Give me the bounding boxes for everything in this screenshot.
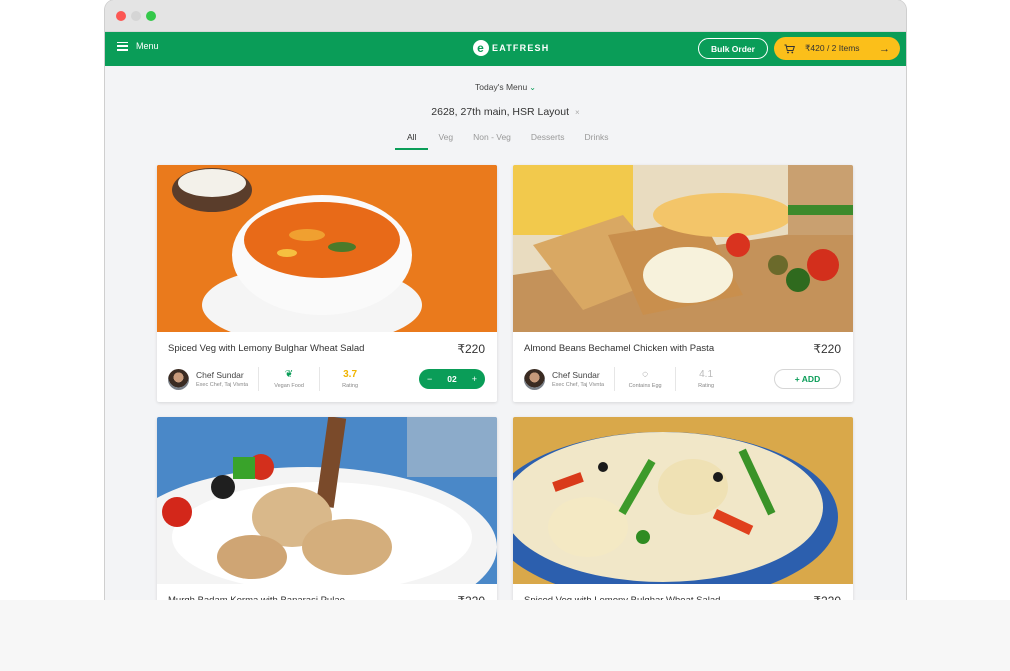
minus-icon[interactable]: − — [427, 374, 432, 384]
rating-badge: 4.1 Rating — [686, 369, 726, 389]
dish-image — [157, 417, 497, 584]
plus-icon[interactable]: + — [472, 374, 477, 384]
rating-label: Rating — [698, 383, 715, 389]
brand-name: EATFRESH — [492, 43, 550, 53]
add-to-cart-button[interactable]: + ADD — [774, 369, 841, 389]
dish-card[interactable]: Almond Beans Bechamel Chicken with Pasta… — [513, 165, 853, 402]
cart-button[interactable]: ₹420 / 2 Items → — [774, 37, 900, 60]
food-type-label: Vegan Food — [274, 383, 304, 389]
rating-label: Rating — [342, 383, 359, 389]
eatfresh-logo-icon: e — [473, 40, 489, 56]
bulk-order-button[interactable]: Bulk Order — [698, 38, 768, 59]
rating-value: 4.1 — [699, 369, 714, 380]
tab-drinks[interactable]: Drinks — [574, 132, 618, 150]
tab-desserts[interactable]: Desserts — [521, 132, 575, 150]
dish-price: ₹220 — [457, 342, 485, 356]
maximize-window-button[interactable] — [146, 11, 156, 21]
dish-info: Almond Beans Bechamel Chicken with Pasta… — [513, 332, 853, 402]
dish-name: Spiced Veg with Lemony Bulghar Wheat Sal… — [168, 343, 365, 354]
category-tabs: All Veg Non - Veg Desserts Drinks — [395, 132, 619, 150]
rating-value: 3.7 — [343, 369, 358, 380]
dish-image — [513, 165, 853, 332]
dish-info: Spiced Veg with Lemony Bulghar Wheat Sal… — [157, 332, 497, 402]
minimize-window-button[interactable] — [131, 11, 141, 21]
dish-meta: Chef Sundar Exec Chef, Taj Vivnta ❦ Vega… — [168, 367, 370, 391]
location-bar: 2628, 27th main, HSR Layout × — [105, 106, 906, 118]
dish-meta: Chef Sundar Exec Chef, Taj Vivnta ◌ Cont… — [524, 367, 726, 391]
arrow-right-icon: → — [879, 42, 890, 55]
chef-details: Chef Sundar Exec Chef, Taj Vivnta — [196, 370, 248, 388]
egg-icon: ◌ — [642, 369, 649, 380]
quantity-stepper: − 02 + — [419, 369, 485, 389]
tab-all[interactable]: All — [395, 132, 429, 150]
app-header: Menu e EATFRESH Bulk Order ₹420 / 2 Item… — [105, 32, 906, 66]
chef-title: Exec Chef, Taj Vivnta — [552, 382, 605, 388]
bottom-fade-overlay — [0, 600, 1010, 671]
clear-address-icon[interactable]: × — [575, 108, 580, 117]
rating-badge: 3.7 Rating — [330, 369, 370, 389]
brand-logo[interactable]: e EATFRESH — [473, 40, 549, 56]
chef-avatar — [168, 368, 189, 390]
chevron-down-icon: ⌄ — [529, 83, 536, 92]
dish-image — [157, 165, 497, 332]
divider — [675, 367, 677, 391]
food-type-badge: ❦ Vegan Food — [269, 369, 309, 389]
cart-icon — [784, 44, 795, 53]
dish-image — [513, 417, 853, 584]
cart-summary: ₹420 / 2 Items — [805, 43, 860, 53]
food-type-badge: ◌ Contains Egg — [625, 369, 665, 389]
menu-selector[interactable]: Today's Menu ⌄ — [105, 82, 906, 92]
chef-details: Chef Sundar Exec Chef, Taj Vivnta — [552, 370, 604, 388]
chef-avatar — [524, 368, 545, 390]
dish-name: Almond Beans Bechamel Chicken with Pasta — [524, 343, 715, 354]
address-text: 2628, 27th main, HSR Layout — [431, 106, 570, 118]
hamburger-icon — [117, 41, 128, 51]
dish-card[interactable]: Spiced Veg with Lemony Bulghar Wheat Sal… — [157, 165, 497, 402]
chef-name: Chef Sundar — [196, 370, 244, 380]
tab-veg[interactable]: Veg — [428, 132, 463, 150]
divider — [319, 367, 321, 391]
dish-price: ₹220 — [813, 342, 841, 356]
menu-label: Menu — [136, 41, 159, 51]
quantity-value: 02 — [447, 374, 457, 384]
divider — [614, 367, 616, 391]
divider — [258, 367, 260, 391]
leaf-icon: ❦ — [284, 369, 294, 380]
browser-window: Menu e EATFRESH Bulk Order ₹420 / 2 Item… — [105, 0, 906, 671]
food-type-label: Contains Egg — [628, 383, 662, 389]
chef-name: Chef Sundar — [552, 370, 600, 380]
tab-non-veg[interactable]: Non - Veg — [463, 132, 521, 150]
close-window-button[interactable] — [116, 11, 126, 21]
main-content: Today's Menu ⌄ 2628, 27th main, HSR Layou… — [105, 66, 906, 671]
chef-title: Exec Chef, Taj Vivnta — [196, 382, 249, 388]
menu-selector-label: Today's Menu — [475, 82, 528, 92]
menu-button[interactable]: Menu — [117, 41, 159, 51]
window-titlebar — [105, 0, 906, 32]
